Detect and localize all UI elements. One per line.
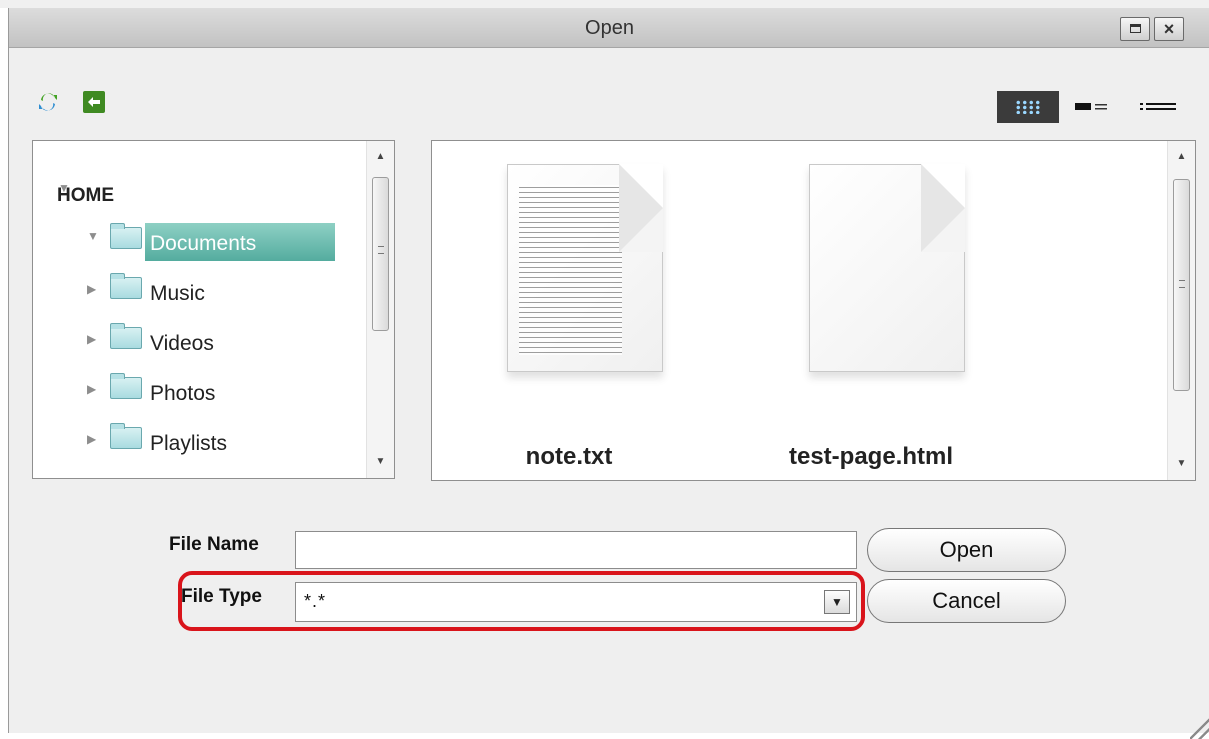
- file-list-scroll-thumb[interactable]: [1173, 179, 1190, 391]
- playlists-expander-icon[interactable]: ▶: [87, 432, 96, 446]
- tree-item-videos[interactable]: Videos: [150, 332, 214, 356]
- refresh-icon[interactable]: [37, 91, 59, 113]
- scroll-up-icon[interactable]: ▲: [1168, 147, 1195, 167]
- file-name-label: File Name: [169, 534, 259, 555]
- file-type-select[interactable]: *.* ▼: [295, 582, 857, 622]
- tree-item-photos[interactable]: Photos: [150, 382, 215, 406]
- maximize-button[interactable]: [1120, 17, 1150, 41]
- folder-icon: [110, 223, 142, 249]
- photos-expander-icon[interactable]: ▶: [87, 382, 96, 396]
- file-name-note: note.txt: [525, 443, 613, 470]
- file-list[interactable]: note.txt test-page.html ▲ ▼: [431, 140, 1196, 481]
- tree-item-music[interactable]: Music: [150, 282, 205, 306]
- close-icon: ×: [1163, 19, 1175, 39]
- open-button[interactable]: Open: [867, 528, 1066, 572]
- tree-scroll-thumb[interactable]: [372, 177, 389, 331]
- cancel-button[interactable]: Cancel: [867, 579, 1066, 623]
- title-bar[interactable]: Open ×: [9, 8, 1209, 48]
- folder-icon: [110, 323, 142, 349]
- blank-document-icon: [809, 164, 965, 372]
- text-document-icon: [507, 164, 663, 372]
- detail-view-icon: [1140, 103, 1176, 110]
- scroll-down-icon[interactable]: ▼: [367, 452, 394, 472]
- tree-home[interactable]: HOME: [57, 185, 114, 207]
- back-icon[interactable]: [83, 91, 105, 113]
- resize-grip-icon[interactable]: [1190, 715, 1209, 739]
- tree-item-documents[interactable]: Documents: [150, 232, 256, 256]
- file-test-page-html[interactable]: test-page.html: [761, 164, 981, 470]
- detail-view-button[interactable]: [1137, 91, 1181, 123]
- maximize-icon: [1130, 24, 1141, 33]
- icon-view-button[interactable]: [997, 91, 1059, 123]
- folder-icon: [110, 373, 142, 399]
- list-view-icon: [1075, 103, 1107, 110]
- scroll-up-icon[interactable]: ▲: [367, 147, 394, 167]
- scroll-down-icon[interactable]: ▼: [1168, 454, 1195, 474]
- open-dialog: Open × ▼ HOME ▼ Documents ▶ Music ▶ Vide…: [8, 8, 1209, 739]
- videos-expander-icon[interactable]: ▶: [87, 332, 96, 346]
- previous-window-caption-strip: [0, 0, 1209, 8]
- folder-icon: [110, 423, 142, 449]
- grid-view-icon: [1015, 100, 1041, 114]
- file-type-label: File Type: [181, 586, 262, 607]
- close-button[interactable]: ×: [1154, 17, 1184, 41]
- file-name-test-page: test-page.html: [788, 443, 953, 470]
- list-view-button[interactable]: [1073, 91, 1113, 123]
- file-name-input[interactable]: [295, 531, 857, 569]
- scroll-grip-icon: [378, 246, 384, 254]
- tree-item-playlists[interactable]: Playlists: [150, 432, 227, 456]
- music-expander-icon[interactable]: ▶: [87, 282, 96, 296]
- file-type-value: *.*: [304, 591, 327, 611]
- scroll-grip-icon: [1179, 280, 1185, 288]
- folder-icon: [110, 273, 142, 299]
- documents-expander-icon[interactable]: ▼: [87, 229, 99, 243]
- folder-tree[interactable]: ▼ HOME ▼ Documents ▶ Music ▶ Videos ▶ Ph…: [32, 140, 395, 479]
- file-note-txt[interactable]: note.txt: [459, 164, 679, 470]
- file-list-scrollbar[interactable]: ▲ ▼: [1167, 141, 1195, 480]
- dropdown-arrow-icon[interactable]: ▼: [824, 590, 850, 614]
- tree-scrollbar[interactable]: ▲ ▼: [366, 141, 394, 478]
- dialog-title: Open: [585, 17, 634, 39]
